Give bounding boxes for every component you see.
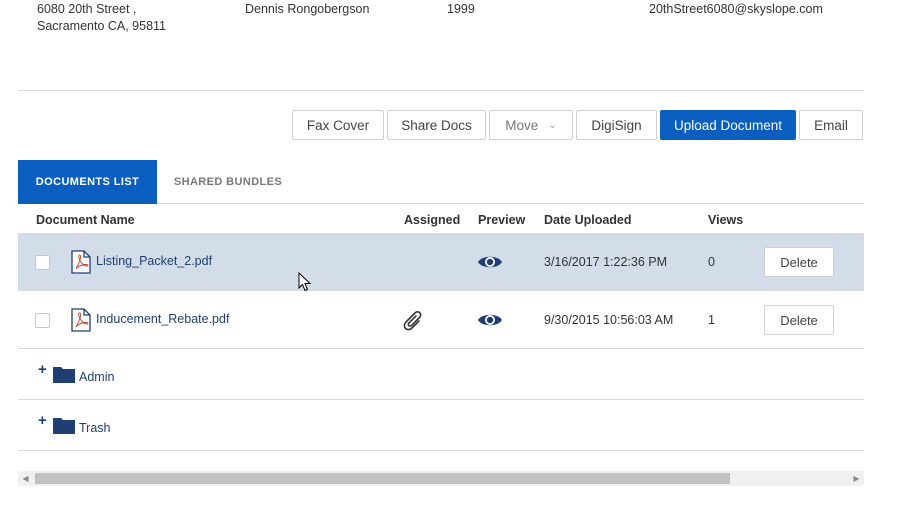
listing-info: 6080 20th Street , Sacramento CA, 95811 … <box>0 0 904 40</box>
chevron-down-icon: ⌄ <box>548 119 557 131</box>
section-divider <box>18 90 864 91</box>
table-row[interactable]: Listing_Packet_2.pdf 3/16/2017 1:22:36 P… <box>18 233 864 291</box>
document-toolbar: Fax Cover Share Docs Move ⌄ DigiSign Upl… <box>0 110 904 140</box>
date-uploaded: 9/30/2015 10:56:03 AM <box>544 313 674 327</box>
date-uploaded: 3/16/2017 1:22:36 PM <box>544 255 668 269</box>
move-label: Move <box>505 117 539 133</box>
delete-button[interactable]: Delete <box>764 247 834 277</box>
header-preview: Preview <box>478 213 526 227</box>
header-views: Views <box>708 213 744 227</box>
move-dropdown[interactable]: Move ⌄ <box>489 110 573 140</box>
listing-email: 20thStreet6080@skyslope.com <box>649 2 823 16</box>
scroll-right-icon[interactable]: ▶ <box>849 471 864 486</box>
folder-row-admin[interactable]: + Admin <box>18 349 864 400</box>
tab-documents-list[interactable]: DOCUMENTS LIST <box>18 160 157 204</box>
views-count: 0 <box>708 255 715 269</box>
folder-row-trash[interactable]: + Trash <box>18 400 864 451</box>
address-line-1: 6080 20th Street , <box>37 2 137 16</box>
horizontal-scrollbar[interactable]: ◀ ▶ <box>18 471 864 486</box>
listing-address: 6080 20th Street , Sacramento CA, 95811 <box>37 1 166 35</box>
mouse-cursor-icon <box>298 272 312 292</box>
upload-document-button[interactable]: Upload Document <box>660 110 796 140</box>
digisign-button[interactable]: DigiSign <box>576 110 657 140</box>
folder-icon <box>53 418 75 434</box>
folder-label[interactable]: Admin <box>79 370 114 384</box>
views-count: 1 <box>708 313 715 327</box>
folder-label[interactable]: Trash <box>79 421 111 435</box>
plus-icon[interactable]: + <box>38 361 47 378</box>
header-assigned: Assigned <box>404 213 461 227</box>
document-name-link[interactable]: Listing_Packet_2.pdf <box>96 254 212 268</box>
eye-icon[interactable] <box>477 252 503 272</box>
tab-shared-bundles[interactable]: SHARED BUNDLES <box>157 160 299 204</box>
plus-icon[interactable]: + <box>38 412 47 429</box>
scrollbar-thumb[interactable] <box>35 473 730 484</box>
folder-icon <box>53 367 75 383</box>
header-document-name: Document Name <box>36 213 135 227</box>
header-date-uploaded: Date Uploaded <box>544 213 632 227</box>
share-docs-button[interactable]: Share Docs <box>387 110 486 140</box>
email-button[interactable]: Email <box>799 110 863 140</box>
address-line-2: Sacramento CA, 95811 <box>37 19 167 33</box>
document-tabs: DOCUMENTS LIST SHARED BUNDLES <box>18 160 864 204</box>
eye-icon[interactable] <box>477 310 503 330</box>
delete-button[interactable]: Delete <box>764 305 834 335</box>
listing-agent: Dennis Rongobergson <box>245 2 370 16</box>
row-checkbox[interactable] <box>35 255 50 270</box>
paperclip-icon[interactable] <box>403 308 425 332</box>
pdf-file-icon <box>71 250 91 274</box>
listing-year: 1999 <box>447 2 475 16</box>
scroll-left-icon[interactable]: ◀ <box>18 471 33 486</box>
table-header: Document Name Assigned Preview Date Uplo… <box>18 204 864 233</box>
document-name-link[interactable]: Inducement_Rebate.pdf <box>96 312 229 326</box>
row-checkbox[interactable] <box>35 313 50 328</box>
table-row[interactable]: Inducement_Rebate.pdf 9/30/2015 10:56:03… <box>18 291 864 349</box>
pdf-file-icon <box>71 308 91 332</box>
fax-cover-button[interactable]: Fax Cover <box>292 110 384 140</box>
